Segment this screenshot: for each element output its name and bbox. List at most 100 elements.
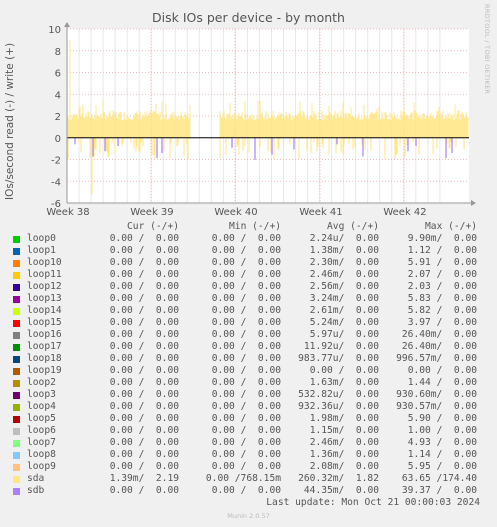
legend-avg: 2.46m/ 0.00: [309, 269, 379, 280]
y-tick-label: -2: [51, 156, 61, 167]
legend-row: loop19 0.00 / 0.00 0.00 / 0.00 0.00 / 0.00 0…: [0, 365, 497, 377]
legend-cur: 0.00 / 0.00: [109, 281, 179, 292]
legend-max: 1.12 / 0.00: [407, 245, 477, 256]
legend-max: 63.65 /174.40: [401, 473, 477, 484]
legend-cur: 0.00 / 0.00: [109, 449, 179, 460]
legend-max: 39.37 / 0.00: [401, 485, 477, 496]
legend-cur: 0.00 / 0.00: [109, 305, 179, 316]
legend-row: loop16 0.00 / 0.00 0.00 / 0.00 5.97u/ 0.00 2…: [0, 329, 497, 341]
header-min: Min (-/+): [229, 221, 281, 232]
legend-swatch: [13, 320, 20, 327]
legend-min: 0.00 / 0.00: [211, 233, 281, 244]
legend-min: 0.00 / 0.00: [211, 293, 281, 304]
legend-min: 0.00 / 0.00: [211, 341, 281, 352]
legend-name: loop11: [27, 269, 62, 280]
legend-swatch: [13, 332, 20, 339]
header-max: Max (-/+): [425, 221, 477, 232]
header-avg: Avg (-/+): [327, 221, 379, 232]
legend-swatch: [13, 368, 20, 375]
legend-name: sda: [27, 473, 45, 484]
legend-row: loop17 0.00 / 0.00 0.00 / 0.00 11.92u/ 0.00…: [0, 341, 497, 353]
legend-max: 2.03 / 0.00: [407, 281, 477, 292]
legend-cur: 1.39m/ 2.19: [109, 473, 179, 484]
legend-swatch: [13, 284, 20, 291]
rrdtool-credit-text: RRDTOOL / TOBI OETIKER: [483, 4, 491, 95]
legend-swatch: [13, 476, 20, 483]
legend-avg: 1.15m/ 0.00: [309, 425, 379, 436]
legend-avg: 2.61m/ 0.00: [309, 305, 379, 316]
legend-max: 3.97 / 0.00: [407, 317, 477, 328]
legend-name: loop9: [27, 461, 56, 472]
legend-max: 1.44 / 0.00: [407, 377, 477, 388]
legend-min: 0.00 / 0.00: [211, 269, 281, 280]
legend-name: loop19: [27, 365, 62, 376]
x-tick-label: Week 41: [299, 207, 342, 218]
legend-avg: 2.08m/ 0.00: [309, 461, 379, 472]
legend-row: loop7 0.00 / 0.00 0.00 / 0.00 2.46m/ 0.00 4.…: [0, 437, 497, 449]
y-tick-label: 4: [55, 90, 61, 101]
legend-name: loop8: [27, 449, 56, 460]
legend-name: loop16: [27, 329, 62, 340]
legend-swatch: [13, 344, 20, 351]
legend-max: 26.40m/ 0.00: [401, 329, 477, 340]
legend-cur: 0.00 / 0.00: [109, 257, 179, 268]
legend-max: 9.90m/ 0.00: [407, 233, 477, 244]
x-tick-label: Week 40: [214, 207, 257, 218]
legend-avg: 3.24m/ 0.00: [309, 293, 379, 304]
y-tick-label: 10: [48, 25, 61, 36]
legend-swatch: [13, 272, 20, 279]
legend-min: 0.00 / 0.00: [211, 281, 281, 292]
legend-avg: 932.36u/ 0.00: [298, 401, 379, 412]
legend-avg: 0.00 / 0.00: [309, 365, 379, 376]
legend-avg: 532.82u/ 0.00: [298, 389, 379, 400]
legend-min: 0.00 / 0.00: [211, 413, 281, 424]
legend-max: 5.82 / 0.00: [407, 305, 477, 316]
legend-cur: 0.00 / 0.00: [109, 461, 179, 472]
legend-row: loop11 0.00 / 0.00 0.00 / 0.00 2.46m/ 0.00 2…: [0, 269, 497, 281]
legend-name: loop10: [27, 257, 62, 268]
legend-avg: 11.92u/ 0.00: [303, 341, 379, 352]
legend-swatch: [13, 260, 20, 267]
legend-name: loop12: [27, 281, 62, 292]
y-tick-label: 2: [55, 112, 61, 123]
legend-min: 0.00 / 0.00: [211, 365, 281, 376]
x-tick-label: Week 38: [46, 207, 89, 218]
legend-avg: 1.38m/ 0.00: [309, 245, 379, 256]
legend-row: loop10 0.00 / 0.00 0.00 / 0.00 2.30m/ 0.00 5…: [0, 257, 497, 269]
legend-avg: 2.46m/ 0.00: [309, 437, 379, 448]
legend-min: 0.00 / 0.00: [211, 437, 281, 448]
legend-min: 0.00 / 0.00: [211, 305, 281, 316]
legend-name: loop1: [27, 245, 56, 256]
legend-name: loop14: [27, 305, 62, 316]
legend-avg: 1.36m/ 0.00: [309, 449, 379, 460]
legend-cur: 0.00 / 0.00: [109, 425, 179, 436]
legend-name: loop13: [27, 293, 62, 304]
legend-max: 4.93 / 0.00: [407, 437, 477, 448]
legend-cur: 0.00 / 0.00: [109, 353, 179, 364]
legend-max: 2.07 / 0.00: [407, 269, 477, 280]
last-update: Last update: Mon Oct 21 00:00:03 2024: [266, 497, 480, 508]
legend-name: loop5: [27, 413, 56, 424]
legend-swatch: [13, 392, 20, 399]
legend-swatch: [13, 236, 20, 243]
legend-max: 1.00 / 0.00: [407, 425, 477, 436]
munin-version: Munin 2.0.57: [227, 512, 270, 520]
y-tick-label: 6: [55, 69, 61, 80]
legend-name: loop18: [27, 353, 62, 364]
legend-row: loop3 0.00 / 0.00 0.00 / 0.00 532.82u/ 0.00…: [0, 389, 497, 401]
legend-avg: 44.35m/ 0.00: [303, 485, 379, 496]
legend-header: Cur (-/+) Min (-/+) Avg (-/+) Max (-/+): [0, 221, 497, 233]
legend-swatch: [13, 296, 20, 303]
legend-row: loop15 0.00 / 0.00 0.00 / 0.00 5.24m/ 0.00 3…: [0, 317, 497, 329]
x-tick-label: Week 39: [130, 207, 173, 218]
y-tick-label: 0: [55, 134, 61, 145]
legend-avg: 5.97u/ 0.00: [309, 329, 379, 340]
legend-name: loop4: [27, 401, 56, 412]
legend-min: 0.00 / 0.00: [211, 485, 281, 496]
legend-row: loop14 0.00 / 0.00 0.00 / 0.00 2.61m/ 0.00 5…: [0, 305, 497, 317]
legend-cur: 0.00 / 0.00: [109, 293, 179, 304]
legend-max: 0.00 / 0.00: [407, 365, 477, 376]
legend-min: 0.00 / 0.00: [211, 317, 281, 328]
legend-cur: 0.00 / 0.00: [109, 401, 179, 412]
legend-cur: 0.00 / 0.00: [109, 245, 179, 256]
